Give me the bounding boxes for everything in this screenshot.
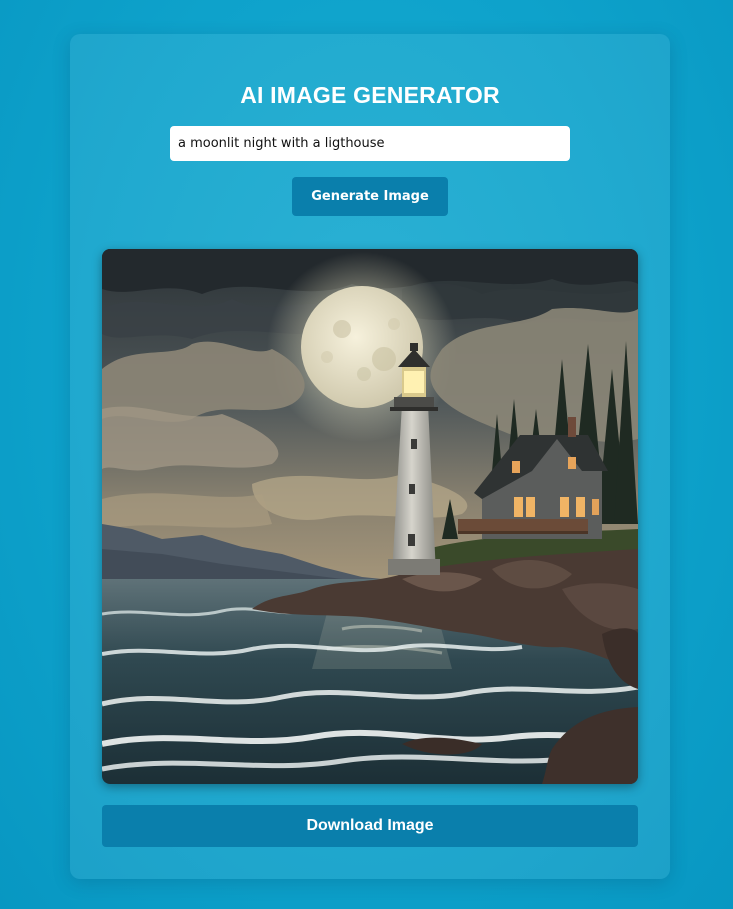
generator-card: AI IMAGE GENERATOR Generate Image (70, 34, 670, 879)
generated-image (102, 249, 638, 784)
generate-image-button[interactable]: Generate Image (292, 177, 448, 216)
download-image-button[interactable]: Download Image (102, 805, 638, 847)
prompt-input[interactable] (170, 126, 570, 161)
page-title: AI IMAGE GENERATOR (240, 82, 500, 108)
